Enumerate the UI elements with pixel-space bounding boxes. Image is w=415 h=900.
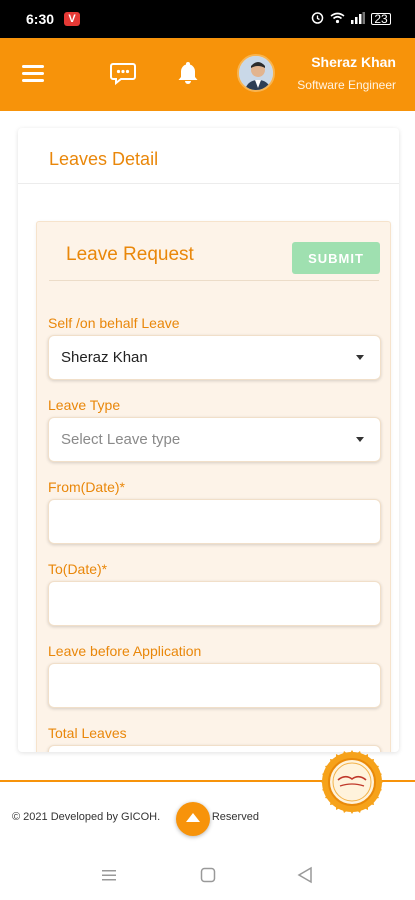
status-icons: 23 (311, 11, 391, 27)
from-date-field[interactable] (48, 499, 381, 544)
alarm-icon (311, 11, 324, 27)
chat-icon[interactable] (110, 60, 136, 91)
to-date-label: To(Date)* (48, 561, 108, 577)
back-icon[interactable] (297, 866, 313, 889)
seal-logo (318, 748, 386, 816)
battery-icon: 23 (371, 13, 391, 25)
leave-type-placeholder: Select Leave type (61, 431, 181, 448)
to-date-field[interactable] (48, 581, 381, 626)
user-role: Software Engineer (297, 78, 396, 92)
leave-before-application-label: Leave before Application (48, 643, 202, 659)
signal-icon (351, 11, 365, 27)
leave-before-application-field[interactable] (48, 663, 381, 708)
bell-icon[interactable] (176, 60, 200, 91)
behalf-leave-value: Sheraz Khan (61, 349, 148, 366)
behalf-leave-label: Self /on behalf Leave (48, 315, 180, 331)
submit-button[interactable]: SUBMIT (292, 242, 380, 274)
leave-request-form: Leave Request SUBMIT Self /on behalf Lea… (36, 221, 391, 752)
menu-icon[interactable] (22, 65, 44, 83)
copyright-prefix: © 2021 Developed by GICOH. (12, 811, 161, 823)
leave-type-select[interactable]: Select Leave type (48, 417, 381, 462)
behalf-leave-select[interactable]: Sheraz Khan (48, 335, 381, 380)
chevron-down-icon (356, 355, 364, 360)
leave-type-label: Leave Type (48, 397, 121, 413)
status-time: 6:30 (26, 11, 55, 27)
home-icon[interactable] (200, 866, 216, 889)
system-nav-bar (0, 852, 415, 900)
avatar[interactable] (237, 54, 275, 92)
leaves-detail-card: Leaves Detail Leave Request SUBMIT Self … (18, 128, 399, 752)
footer-copyright: © 2021 Developed by GICOH. hts Reserved (12, 811, 259, 823)
total-leaves-label: Total Leaves (48, 725, 127, 741)
status-bar: 6:30 V 23 (0, 0, 415, 38)
divider (18, 183, 399, 184)
leave-request-title: Leave Request (66, 244, 194, 265)
divider (49, 280, 379, 281)
scroll-to-top-button[interactable] (176, 802, 210, 836)
chevron-down-icon (356, 437, 364, 442)
app-bar: Sheraz Khan Software Engineer (0, 38, 415, 111)
user-name: Sheraz Khan (311, 54, 396, 70)
page-title: Leaves Detail (49, 149, 159, 169)
wifi-icon (330, 12, 345, 27)
recent-apps-icon[interactable] (101, 866, 117, 889)
from-date-label: From(Date)* (48, 479, 126, 495)
app-notification-badge: V (64, 12, 80, 26)
